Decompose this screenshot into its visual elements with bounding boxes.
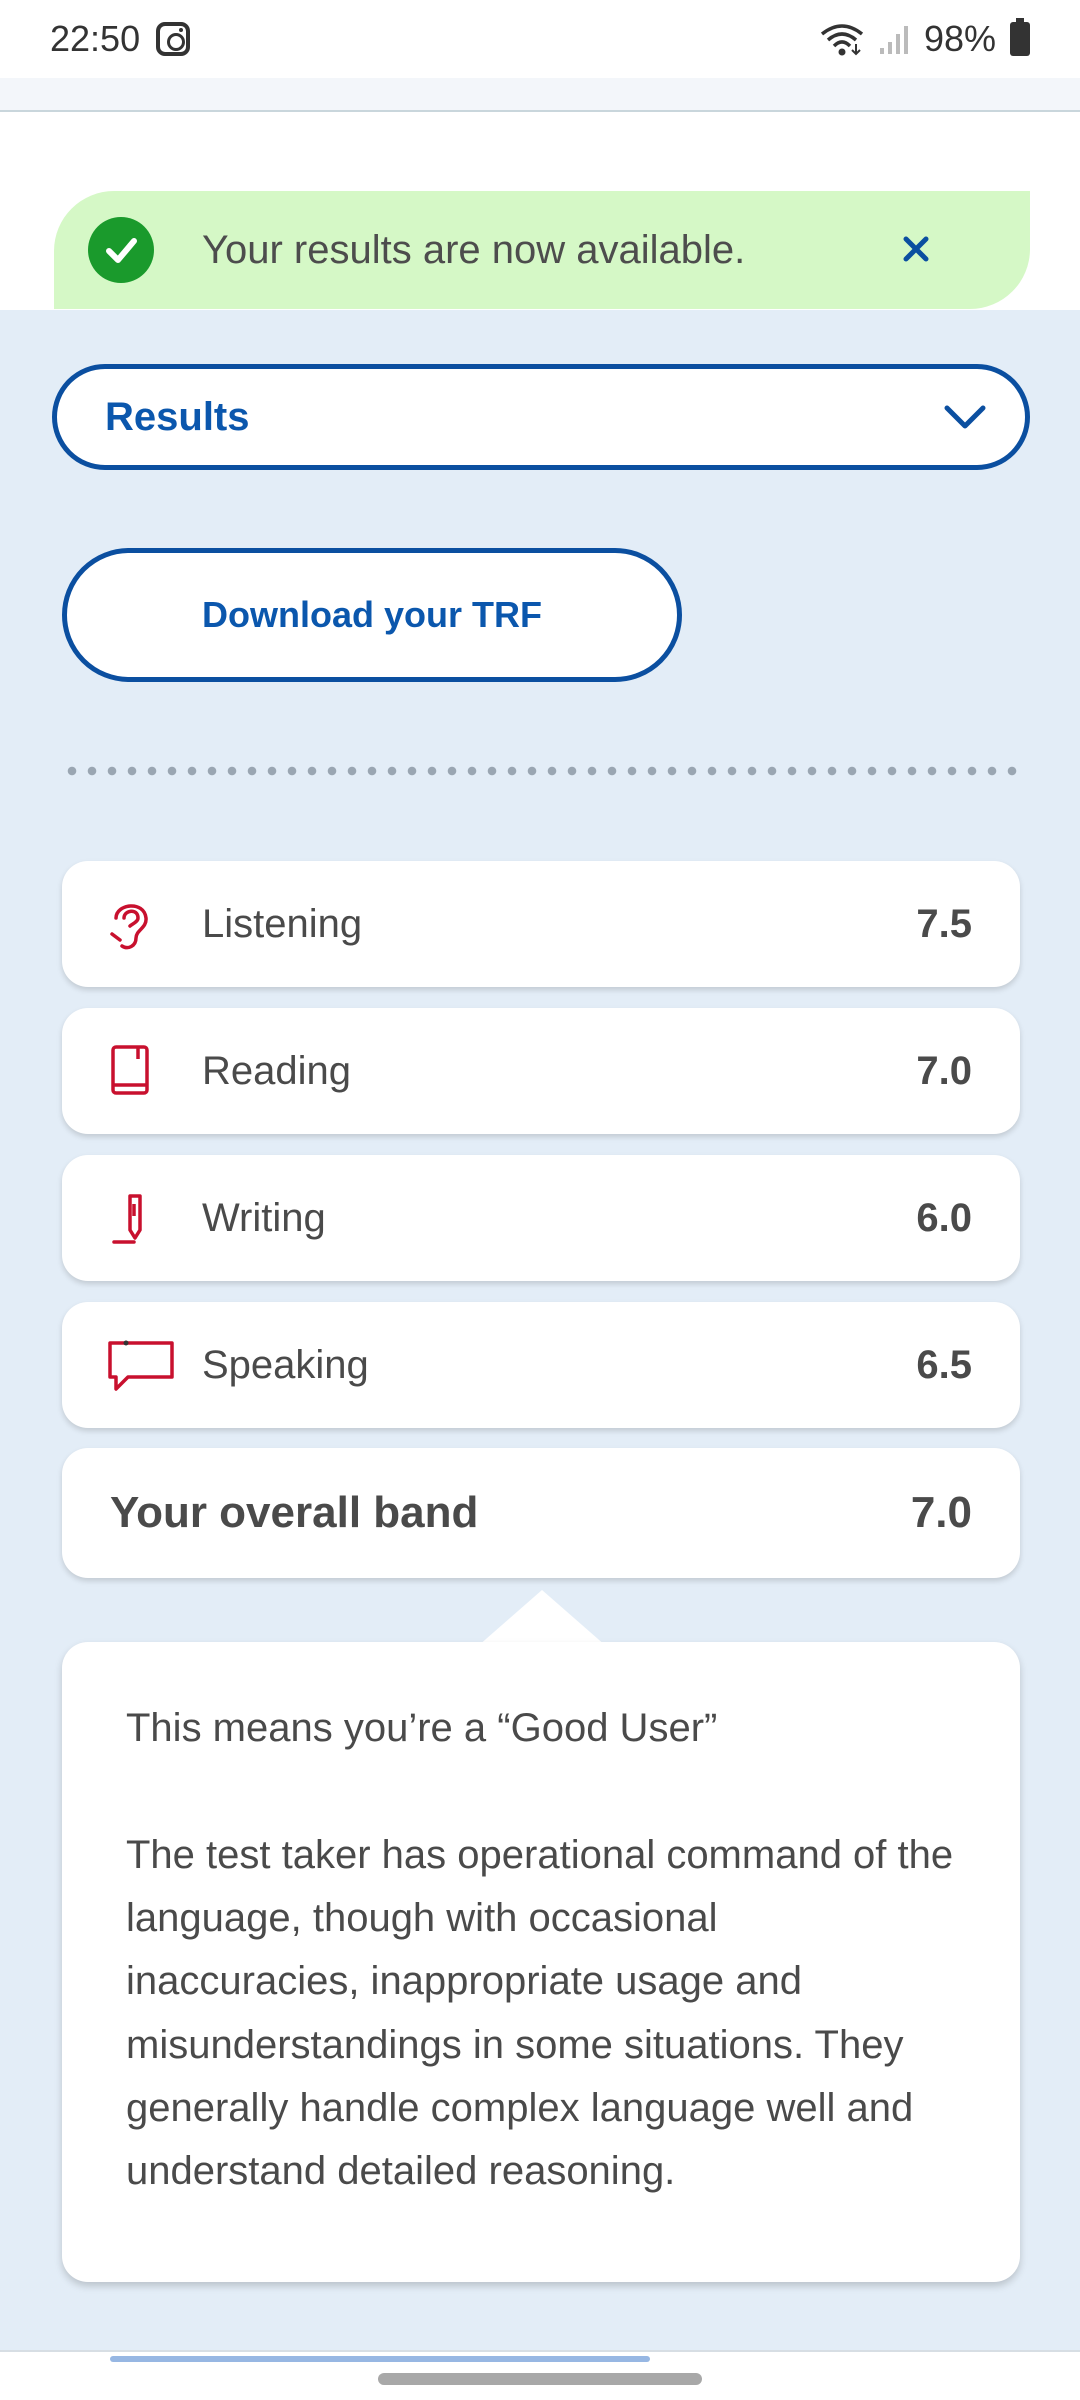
battery-icon <box>1010 18 1030 56</box>
close-notification-button[interactable] <box>894 227 938 271</box>
results-dropdown[interactable]: Results <box>52 364 1030 470</box>
score-name: Listening <box>202 901 363 946</box>
score-value: 6.0 <box>916 1195 972 1240</box>
dotted-divider <box>62 766 1022 776</box>
score-name: Writing <box>202 1195 326 1240</box>
results-panel: Results Download your TRF Listening 7.5 … <box>0 310 1080 2350</box>
score-value: 6.5 <box>916 1342 972 1387</box>
instagram-icon <box>156 22 191 56</box>
results-dropdown-value: Results <box>105 394 250 439</box>
score-card-speaking: Speaking 6.5 <box>62 1302 1020 1428</box>
download-trf-button[interactable]: Download your TRF <box>62 548 682 682</box>
pen-icon <box>106 1190 154 1246</box>
wifi-icon <box>820 24 864 56</box>
score-card-writing: Writing 6.0 <box>62 1155 1020 1281</box>
status-bar: 22:50 98% <box>0 0 1080 78</box>
score-name: Reading <box>202 1048 352 1093</box>
score-value: 7.5 <box>916 901 972 946</box>
signal-icon <box>879 26 908 54</box>
speech-bubble-icon <box>106 1337 176 1393</box>
home-indicator[interactable] <box>378 2373 702 2385</box>
results-available-notification: Your results are now available. <box>54 191 1030 309</box>
description-pointer <box>478 1590 606 1646</box>
next-section-peek <box>110 2356 650 2362</box>
overall-band-card: Your overall band 7.0 <box>62 1448 1020 1578</box>
close-icon <box>903 236 929 262</box>
check-circle-icon <box>88 217 154 283</box>
band-description-heading: This means you’re a “Good User” <box>126 1706 718 1750</box>
ear-icon <box>106 896 154 952</box>
overall-band-label: Your overall band <box>110 1488 479 1537</box>
notification-message: Your results are now available. <box>202 227 746 272</box>
overall-band-value: 7.0 <box>910 1488 972 1537</box>
header-strip <box>0 78 1080 112</box>
battery-percent: 98% <box>923 18 996 59</box>
status-time: 22:50 <box>50 18 141 59</box>
band-description-body: The test taker has operational command o… <box>126 1833 954 2193</box>
score-card-listening: Listening 7.5 <box>62 861 1020 987</box>
chevron-down-icon <box>944 405 986 429</box>
score-value: 7.0 <box>916 1048 972 1093</box>
score-card-reading: Reading 7.0 <box>62 1008 1020 1134</box>
book-icon <box>106 1043 154 1099</box>
band-description-card: This means you’re a “Good User” The test… <box>62 1642 1020 2282</box>
download-trf-label: Download your TRF <box>202 594 542 635</box>
score-name: Speaking <box>202 1342 369 1387</box>
status-left: 22:50 <box>50 18 191 60</box>
status-right: 98% <box>820 18 1030 60</box>
